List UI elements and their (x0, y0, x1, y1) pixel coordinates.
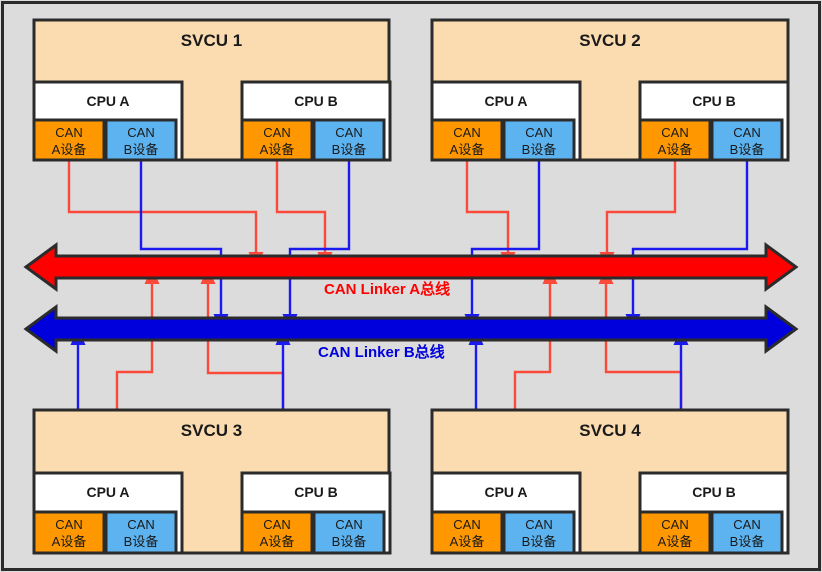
diagram-canvas: SVCU 1 CPU A CAN A设备 CAN B设备 CPU B CAN A设备 CAN B设备… (1, 1, 821, 571)
can-device-label-top: CAN (733, 517, 760, 532)
svcu-title-svcu-1: SVCU 1 (181, 31, 242, 50)
can-device-label-top: CAN (733, 125, 760, 140)
can-device-a-svcu-3-1[interactable]: CAN A设备 (240, 510, 314, 555)
can-device-label-bottom: A设备 (450, 142, 485, 157)
svcu-unit-svcu-4[interactable]: SVCU 4 CPU A CAN A设备 CAN B设备 CPU B CAN A设备 CAN B设备 (430, 408, 790, 555)
cpu-block-svcu-3-0[interactable]: CPU A CAN A设备 CAN B设备 (32, 471, 184, 555)
can-bus-architecture-diagram: SVCU 1 CPU A CAN A设备 CAN B设备 CPU B CAN A设备 CAN B设备… (0, 0, 822, 572)
can-device-label-top: CAN (127, 125, 154, 140)
cpu-block-svcu-2-0[interactable]: CPU A CAN A设备 CAN B设备 (430, 80, 582, 162)
cpu-label: CPU A (484, 484, 527, 500)
can-device-a-svcu-2-0[interactable]: CAN A设备 (430, 118, 504, 162)
can-device-label-top: CAN (525, 125, 552, 140)
can-device-a-svcu-4-1[interactable]: CAN A设备 (638, 510, 712, 555)
svcu-title-svcu-4: SVCU 4 (579, 421, 641, 440)
can-device-label-bottom: B设备 (124, 534, 159, 549)
can-device-label-bottom: A设备 (260, 534, 295, 549)
can-device-b-svcu-3-1[interactable]: CAN B设备 (312, 510, 386, 555)
can-device-b-svcu-3-0[interactable]: CAN B设备 (104, 510, 178, 555)
svcu-unit-svcu-2[interactable]: SVCU 2 CPU A CAN A设备 CAN B设备 CPU B CAN A设备 CAN B设备 (430, 18, 790, 162)
svcu-unit-svcu-3[interactable]: SVCU 3 CPU A CAN A设备 CAN B设备 CPU B CAN A设备 CAN B设备 (32, 408, 392, 555)
cpu-block-svcu-3-1[interactable]: CPU B CAN A设备 CAN B设备 (240, 471, 392, 555)
cpu-label: CPU A (484, 93, 527, 109)
bus-label-bus-a: CAN Linker A总线 (324, 280, 450, 298)
can-device-b-svcu-2-0[interactable]: CAN B设备 (502, 118, 576, 162)
cpu-block-svcu-4-0[interactable]: CPU A CAN A设备 CAN B设备 (430, 471, 582, 555)
can-device-label-bottom: B设备 (332, 142, 367, 157)
svcu-unit-svcu-1[interactable]: SVCU 1 CPU A CAN A设备 CAN B设备 CPU B CAN A设备 CAN B设备 (32, 18, 392, 162)
can-device-label-top: CAN (335, 517, 362, 532)
cpu-label: CPU B (692, 484, 736, 500)
can-device-b-svcu-4-0[interactable]: CAN B设备 (502, 510, 576, 555)
can-device-label-bottom: B设备 (522, 142, 557, 157)
can-device-label-bottom: B设备 (124, 142, 159, 157)
can-device-b-svcu-2-1[interactable]: CAN B设备 (710, 118, 784, 162)
can-device-b-svcu-1-0[interactable]: CAN B设备 (104, 118, 178, 162)
can-device-label-bottom: A设备 (658, 142, 693, 157)
cpu-block-svcu-1-1[interactable]: CPU B CAN A设备 CAN B设备 (240, 80, 392, 162)
can-device-b-svcu-4-1[interactable]: CAN B设备 (710, 510, 784, 555)
can-device-label-bottom: B设备 (332, 534, 367, 549)
can-device-label-top: CAN (453, 517, 480, 532)
cpu-label: CPU A (86, 93, 129, 109)
can-device-label-bottom: A设备 (450, 534, 485, 549)
cpu-label: CPU B (692, 93, 736, 109)
svcu-title-svcu-3: SVCU 3 (181, 421, 242, 440)
can-device-label-top: CAN (661, 125, 688, 140)
cpu-block-svcu-1-0[interactable]: CPU A CAN A设备 CAN B设备 (32, 80, 184, 162)
can-device-b-svcu-1-1[interactable]: CAN B设备 (312, 118, 386, 162)
cpu-block-svcu-4-1[interactable]: CPU B CAN A设备 CAN B设备 (638, 471, 790, 555)
can-device-label-bottom: B设备 (730, 142, 765, 157)
can-device-a-svcu-4-0[interactable]: CAN A设备 (430, 510, 504, 555)
can-device-label-top: CAN (263, 125, 290, 140)
can-device-label-top: CAN (525, 517, 552, 532)
can-device-label-bottom: A设备 (260, 142, 295, 157)
can-device-a-svcu-1-0[interactable]: CAN A设备 (32, 118, 106, 162)
can-device-a-svcu-1-1[interactable]: CAN A设备 (240, 118, 314, 162)
can-device-label-top: CAN (127, 517, 154, 532)
can-device-label-bottom: A设备 (52, 534, 87, 549)
can-device-label-top: CAN (453, 125, 480, 140)
cpu-label: CPU B (294, 484, 338, 500)
can-device-label-bottom: B设备 (522, 534, 557, 549)
can-device-a-svcu-3-0[interactable]: CAN A设备 (32, 510, 106, 555)
can-device-a-svcu-2-1[interactable]: CAN A设备 (638, 118, 712, 162)
bus-label-bus-b: CAN Linker B总线 (318, 343, 445, 361)
can-device-label-bottom: A设备 (658, 534, 693, 549)
can-device-label-bottom: A设备 (52, 142, 87, 157)
can-device-label-top: CAN (335, 125, 362, 140)
can-device-label-top: CAN (263, 517, 290, 532)
can-device-label-bottom: B设备 (730, 534, 765, 549)
can-device-label-top: CAN (55, 517, 82, 532)
cpu-block-svcu-2-1[interactable]: CPU B CAN A设备 CAN B设备 (638, 80, 790, 162)
can-device-label-top: CAN (55, 125, 82, 140)
can-device-label-top: CAN (661, 517, 688, 532)
cpu-label: CPU B (294, 93, 338, 109)
cpu-label: CPU A (86, 484, 129, 500)
svcu-title-svcu-2: SVCU 2 (579, 31, 640, 50)
